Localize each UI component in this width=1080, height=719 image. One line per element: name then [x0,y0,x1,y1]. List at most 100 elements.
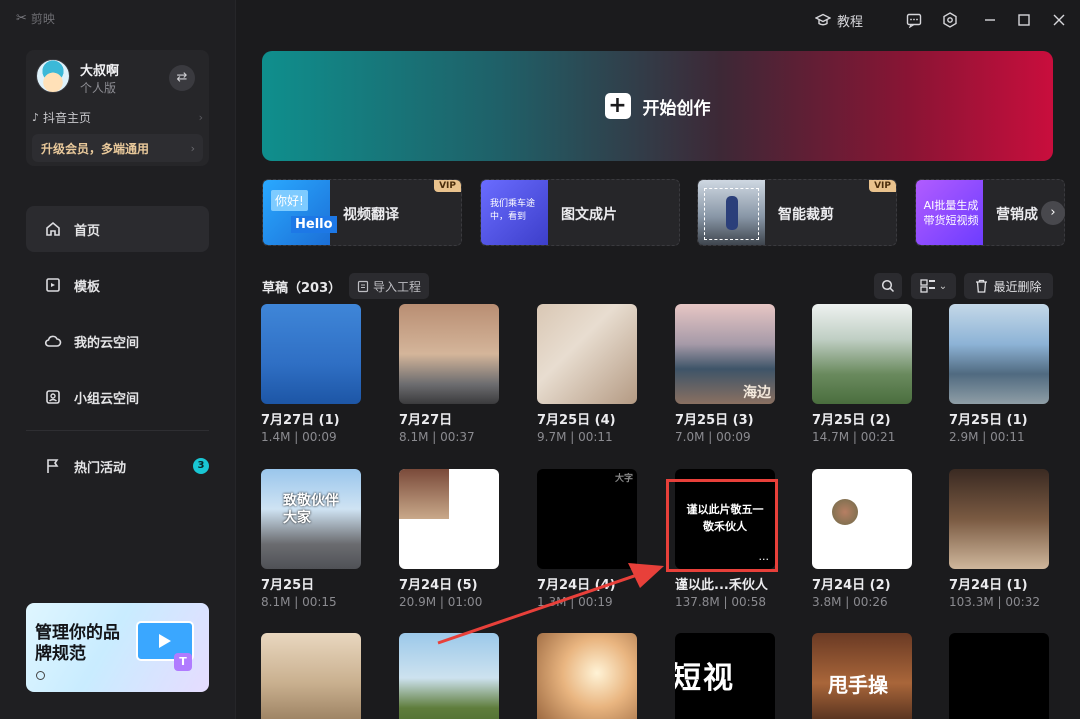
draft-card[interactable]: 7月24日 (2) 3.8M | 00:26 [812,469,912,609]
draft-card[interactable] [261,633,361,719]
draft-card[interactable]: 7月27日 8.1M | 00:37 [399,304,499,444]
sidebar-item-home[interactable]: 首页 [26,206,209,252]
draft-thumbnail[interactable] [261,633,361,719]
draft-thumbnail[interactable]: 短视新可商用字体免费送 [675,633,775,719]
draft-thumbnail[interactable] [949,469,1049,569]
sidebar-item-group-cloud[interactable]: 小组云空间 [26,374,209,420]
tool-thumbnail: AI批量生成带货短视频 [916,180,983,245]
capcut-logo-icon: ✂ [16,11,27,26]
brand-promo-banner[interactable]: 管理你的品牌规范 T [26,603,209,692]
user-tier: 个人版 [80,81,117,95]
draft-card[interactable]: 海边 7月25日 (3) 7.0M | 00:09 [675,304,775,444]
search-drafts-button[interactable] [874,273,902,299]
maximize-button[interactable] [1017,10,1031,30]
draft-card[interactable]: 致敬伙伴大家 7月25日 8.1M | 00:15 [261,469,361,609]
draft-meta: 14.7M | 00:21 [812,430,896,444]
promo-title: 管理你的品牌规范 [35,623,120,664]
tutorial-label: 教程 [837,14,864,30]
crop-frame-icon [704,188,759,240]
minimize-button[interactable] [983,10,997,30]
draft-thumbnail[interactable]: 海边 [675,304,775,404]
draft-card[interactable]: 7月25日 (4) 9.7M | 00:11 [537,304,637,444]
draft-meta: 8.1M | 00:15 [261,595,337,609]
draft-meta: 20.9M | 01:00 [399,595,483,609]
draft-thumbnail[interactable]: 致敬伙伴大家 [261,469,361,569]
chevron-right-icon: › [198,110,203,124]
draft-card[interactable]: 7月25日 (1) 2.9M | 00:11 [949,304,1049,444]
draft-thumbnail[interactable] [812,304,912,404]
draft-card[interactable]: 短视新可商用字体免费送 [675,633,775,719]
close-button[interactable] [1052,10,1066,30]
sidebar-item-hot-events[interactable]: 热门活动 3 [26,443,209,489]
draft-card[interactable]: 7月27日 (1) 1.4M | 00:09 [261,304,361,444]
settings-button[interactable] [942,10,958,30]
douyin-home-link[interactable]: ♪ 抖音主页 › [32,108,203,126]
draft-thumbnail[interactable] [399,469,499,569]
avatar[interactable] [36,59,70,93]
tool-label: 智能裁剪 [778,207,834,223]
draft-thumbnail[interactable] [399,633,499,719]
chevron-down-icon: ⌄ [938,280,948,292]
tutorial-button[interactable]: 教程 [815,10,863,30]
sidebar-item-label: 小组云空间 [74,391,140,407]
draft-card[interactable] [949,633,1049,719]
inset-photo [399,469,449,519]
draft-card[interactable]: 7月24日 (5) 20.9M | 01:00 [399,469,499,609]
draft-title: 7月25日 (3) [675,413,754,428]
sidebar-item-template[interactable]: 模板 [26,262,209,308]
sidebar-item-my-cloud[interactable]: 我的云空间 [26,318,209,364]
vip-badge: VIP [434,180,461,192]
draft-title: 7月27日 (1) [261,413,340,428]
draft-thumbnail[interactable] [399,304,499,404]
douyin-icon: ♪ [32,110,40,124]
app-logo-text: 剪映 [30,12,55,26]
draft-thumbnail[interactable] [537,633,637,719]
view-mode-button[interactable]: ⌄ [911,273,956,299]
draft-card[interactable] [399,633,499,719]
tool-video-translate[interactable]: 你好! Hello 视频翻译 VIP [262,179,462,246]
plus-icon: + [604,93,631,119]
draft-card[interactable]: 甩手操 [812,633,912,719]
draft-thumbnail[interactable] [812,469,912,569]
tool-smart-crop[interactable]: 智能裁剪 VIP [697,179,897,246]
start-creation-button[interactable]: + 开始创作 [262,51,1053,161]
upgrade-membership-button[interactable]: 升级会员，多端通用 › [32,134,203,162]
recent-delete-button[interactable]: 最近删除 [964,273,1053,299]
recent-delete-label: 最近删除 [993,279,1042,294]
draft-thumbnail[interactable] [537,304,637,404]
import-icon [357,280,369,292]
sidebar-item-label: 热门活动 [74,460,127,476]
import-project-button[interactable]: 导入工程 [349,273,429,299]
draft-thumbnail[interactable] [949,633,1049,719]
switch-account-button[interactable]: ⇄ [169,65,195,91]
draft-card[interactable] [537,633,637,719]
app-logo: ✂ 剪映 [16,10,55,27]
swap-icon: ⇄ [176,70,188,85]
draft-thumbnail[interactable] [949,304,1049,404]
draft-card[interactable]: 7月24日 (1) 103.3M | 00:32 [949,469,1049,609]
home-icon [44,220,62,238]
draft-title: 7月25日 (4) [537,413,616,428]
tools-next-button[interactable]: › [1041,201,1065,225]
draft-thumbnail[interactable]: 甩手操 [812,633,912,719]
text-tool-icon: T [174,653,192,671]
draft-meta: 1.3M | 00:19 [537,595,613,609]
draft-meta: 1.4M | 00:09 [261,430,337,444]
thumbnail-caption: 短视 [675,661,735,696]
draft-meta: 3.8M | 00:26 [812,595,888,609]
tool-image-to-video[interactable]: 我们乘车途中，看到 图文成片 [480,179,680,246]
thumb-text: 你好! [271,190,308,211]
draft-card[interactable]: 大字 7月24日 (4) 1.3M | 00:19 [537,469,637,609]
draft-title: 谨以此...禾伙人 [675,578,768,593]
drafts-title: 草稿（203） [262,281,342,296]
feedback-button[interactable] [906,10,922,30]
draft-meta: 137.8M | 00:58 [675,595,766,609]
tool-label: 视频翻译 [343,207,399,223]
draft-card[interactable]: 7月25日 (2) 14.7M | 00:21 [812,304,912,444]
draft-title: 7月24日 (5) [399,578,478,593]
vip-badge: VIP [869,180,896,192]
draft-thumbnail[interactable] [261,304,361,404]
thumbnail-caption: 海边 [743,385,771,401]
draft-thumbnail[interactable]: 大字 [537,469,637,569]
draft-title: 7月24日 (2) [812,578,891,593]
